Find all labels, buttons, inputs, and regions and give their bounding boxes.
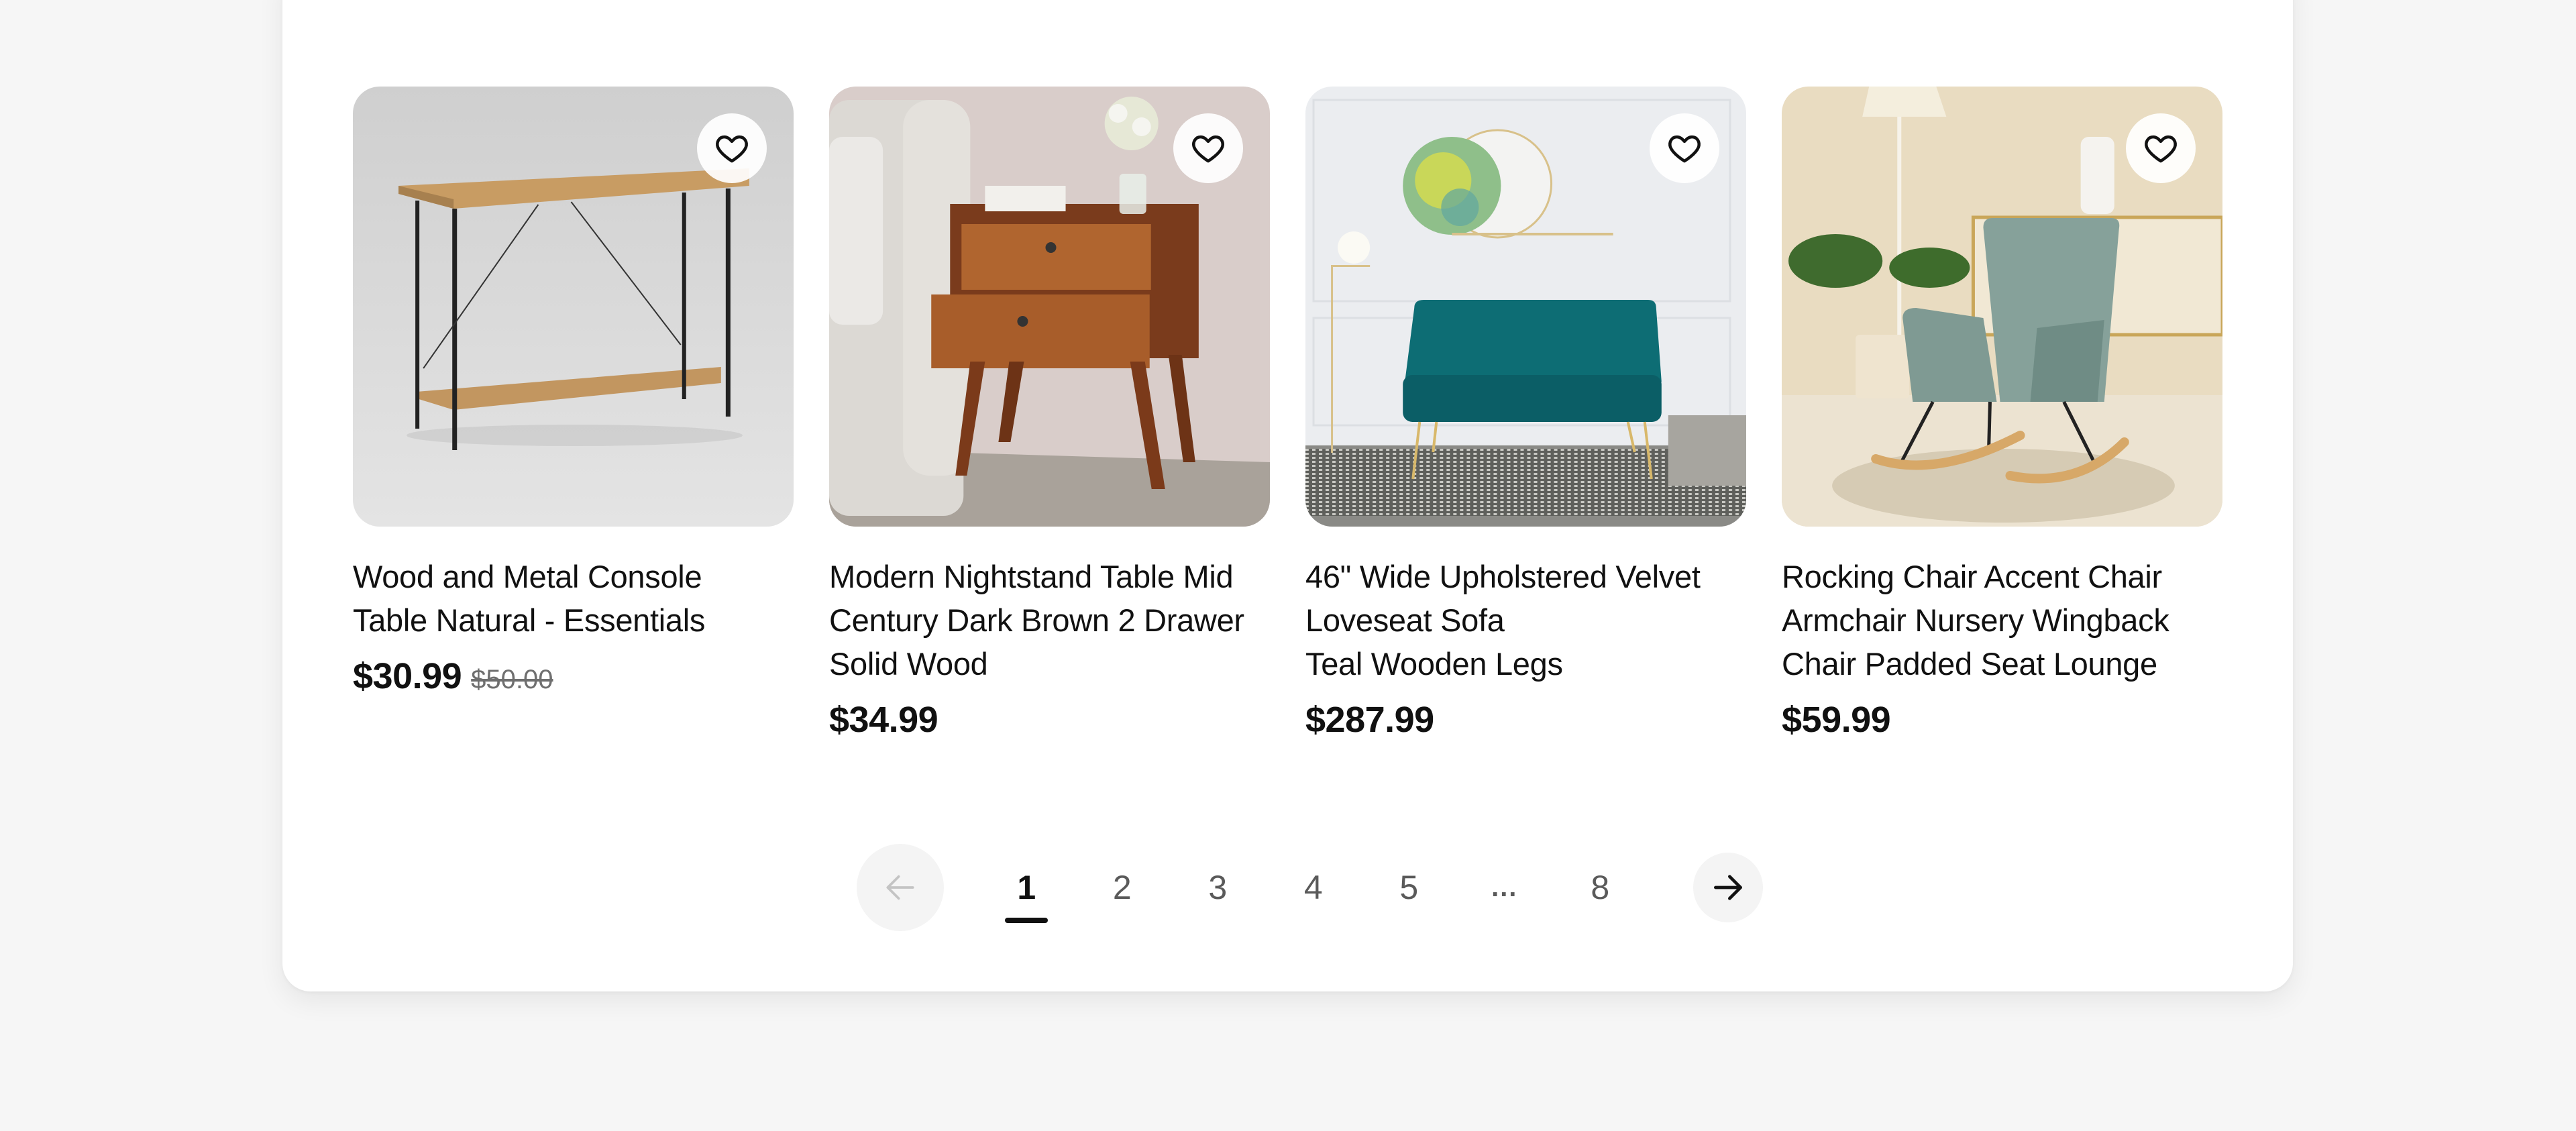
page-3-button[interactable]: 3 <box>1170 844 1266 931</box>
price-row: $287.99 <box>1305 699 1746 741</box>
heart-outline-icon <box>1192 135 1224 163</box>
page-5-button[interactable]: 5 <box>1361 844 1457 931</box>
product-title[interactable]: Rocking Chair Accent Chair Armchair Nurs… <box>1782 555 2222 686</box>
heart-outline-icon <box>2145 135 2177 163</box>
product-title[interactable]: 46" Wide Upholstered Velvet Loveseat Sof… <box>1305 555 1746 686</box>
product-image[interactable] <box>353 87 794 527</box>
heart-outline-icon <box>716 135 748 163</box>
product-card[interactable]: Wood and Metal Console Table Natural - E… <box>353 87 794 741</box>
original-price: $50.00 <box>471 665 553 694</box>
arrow-right-icon <box>1713 875 1742 900</box>
next-page-button[interactable] <box>1693 853 1763 922</box>
price-row: $30.99 $50.00 <box>353 655 794 697</box>
product-card[interactable]: Rocking Chair Accent Chair Armchair Nurs… <box>1782 87 2222 741</box>
price-row: $59.99 <box>1782 699 2222 741</box>
product-price: $287.99 <box>1305 700 1434 740</box>
arrow-left-icon <box>886 875 914 900</box>
product-price: $30.99 <box>353 656 462 696</box>
product-title[interactable]: Wood and Metal Console Table Natural - E… <box>353 555 794 642</box>
product-card[interactable]: Modern Nightstand Table Mid Century Dark… <box>829 87 1270 741</box>
product-title[interactable]: Modern Nightstand Table Mid Century Dark… <box>829 555 1270 686</box>
product-image[interactable] <box>1782 87 2222 527</box>
favorite-button[interactable] <box>1173 113 1243 183</box>
page-list: 1 2 3 4 5 ... 8 <box>979 844 1648 931</box>
page-1-button[interactable]: 1 <box>979 844 1075 931</box>
page-8-button[interactable]: 8 <box>1552 844 1648 931</box>
favorite-button[interactable] <box>1650 113 1719 183</box>
product-card[interactable]: 46" Wide Upholstered Velvet Loveseat Sof… <box>1305 87 1746 741</box>
page-ellipsis: ... <box>1491 873 1518 902</box>
product-image[interactable] <box>829 87 1270 527</box>
product-grid: Wood and Metal Console Table Natural - E… <box>353 87 2222 741</box>
price-row: $34.99 <box>829 699 1270 741</box>
page-2-button[interactable]: 2 <box>1075 844 1171 931</box>
product-price: $34.99 <box>829 700 938 740</box>
product-price: $59.99 <box>1782 700 1891 740</box>
product-image[interactable] <box>1305 87 1746 527</box>
favorite-button[interactable] <box>2126 113 2196 183</box>
favorite-button[interactable] <box>697 113 767 183</box>
page-4-button[interactable]: 4 <box>1266 844 1362 931</box>
heart-outline-icon <box>1668 135 1701 163</box>
pagination: 1 2 3 4 5 ... 8 <box>857 844 1763 931</box>
previous-page-button[interactable] <box>857 844 944 931</box>
